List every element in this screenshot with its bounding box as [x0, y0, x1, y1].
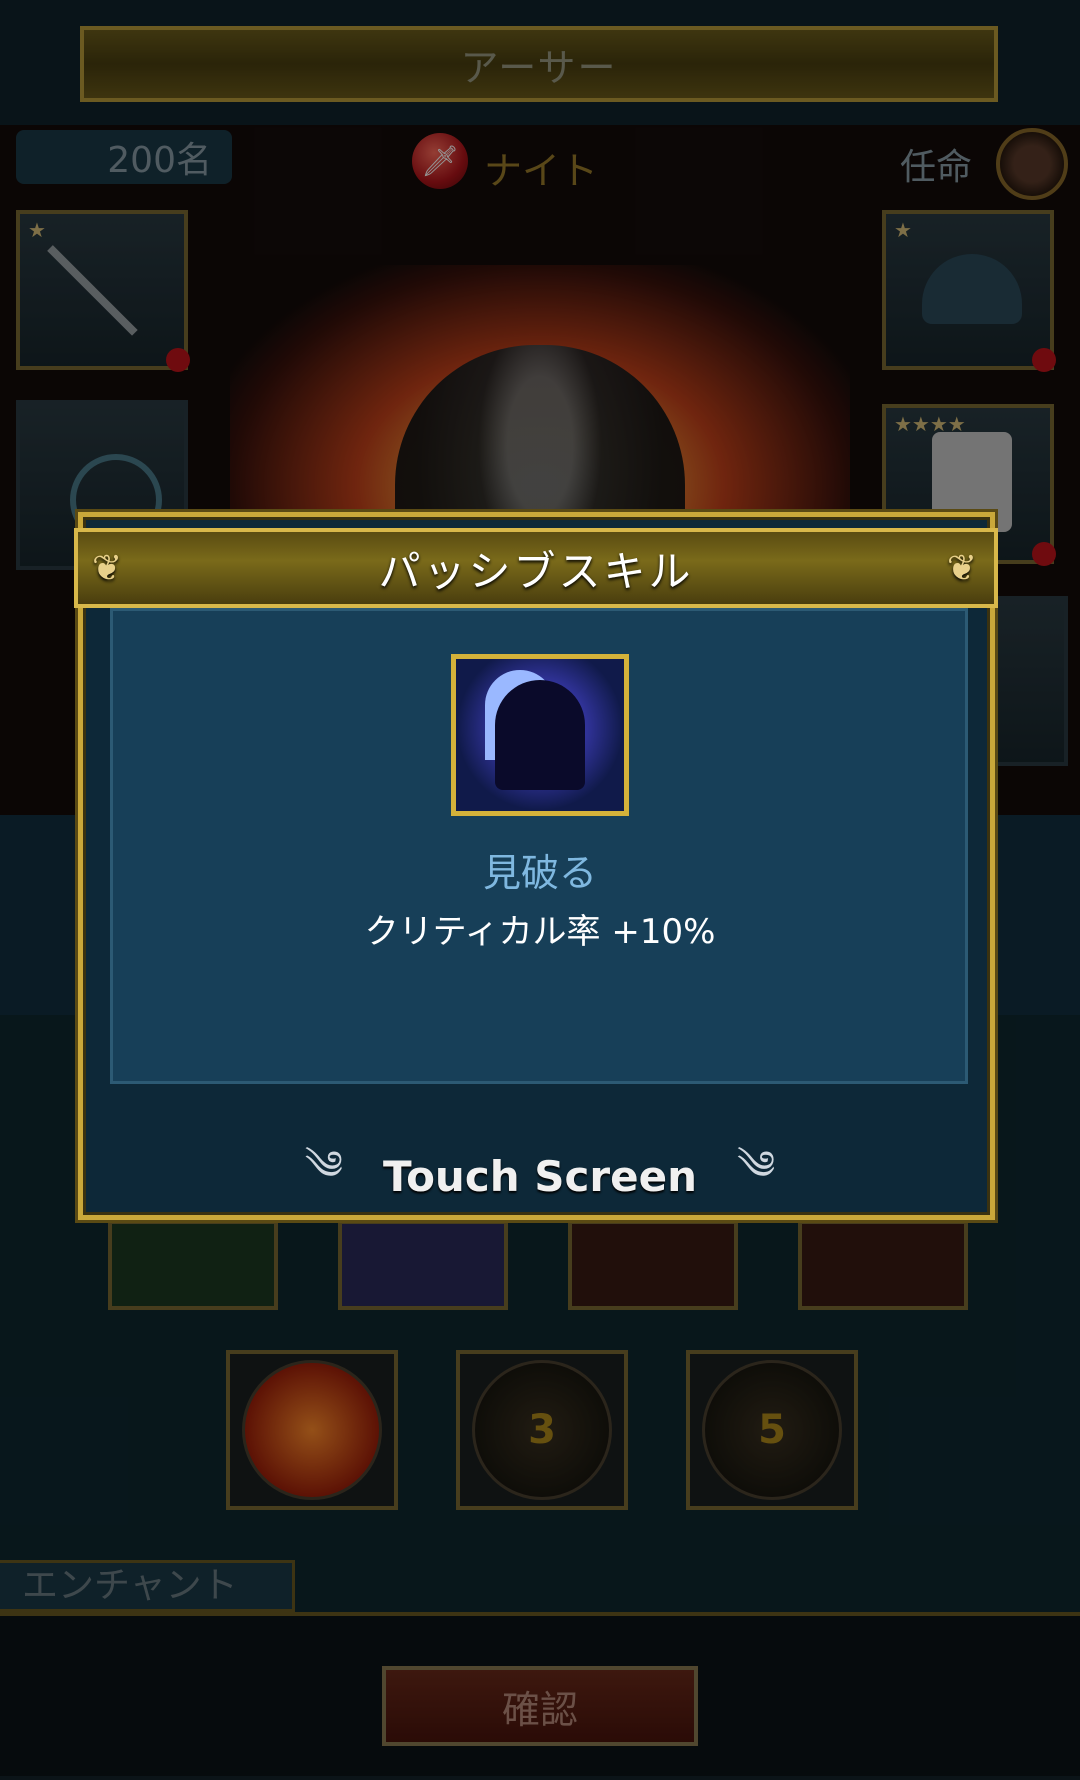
touch-screen-hint[interactable]: ༄ Touch Screen ༄ [0, 1120, 1080, 1233]
ornament-left-icon: ❦ [92, 548, 126, 589]
dialog-header: ❦ パッシブスキル ❦ [74, 528, 998, 608]
touch-screen-text: Touch Screen [383, 1152, 697, 1201]
flourish-right-icon: ༄ [736, 1143, 776, 1189]
hooded-figure-skill-icon [451, 654, 629, 816]
flourish-left-icon: ༄ [304, 1143, 343, 1189]
dialog-title: パッシブスキル [378, 546, 694, 596]
skill-effect: クリティカル率 +10% [364, 912, 716, 952]
skill-name: 見破る [482, 851, 597, 895]
ornament-right-icon: ❦ [946, 548, 980, 589]
